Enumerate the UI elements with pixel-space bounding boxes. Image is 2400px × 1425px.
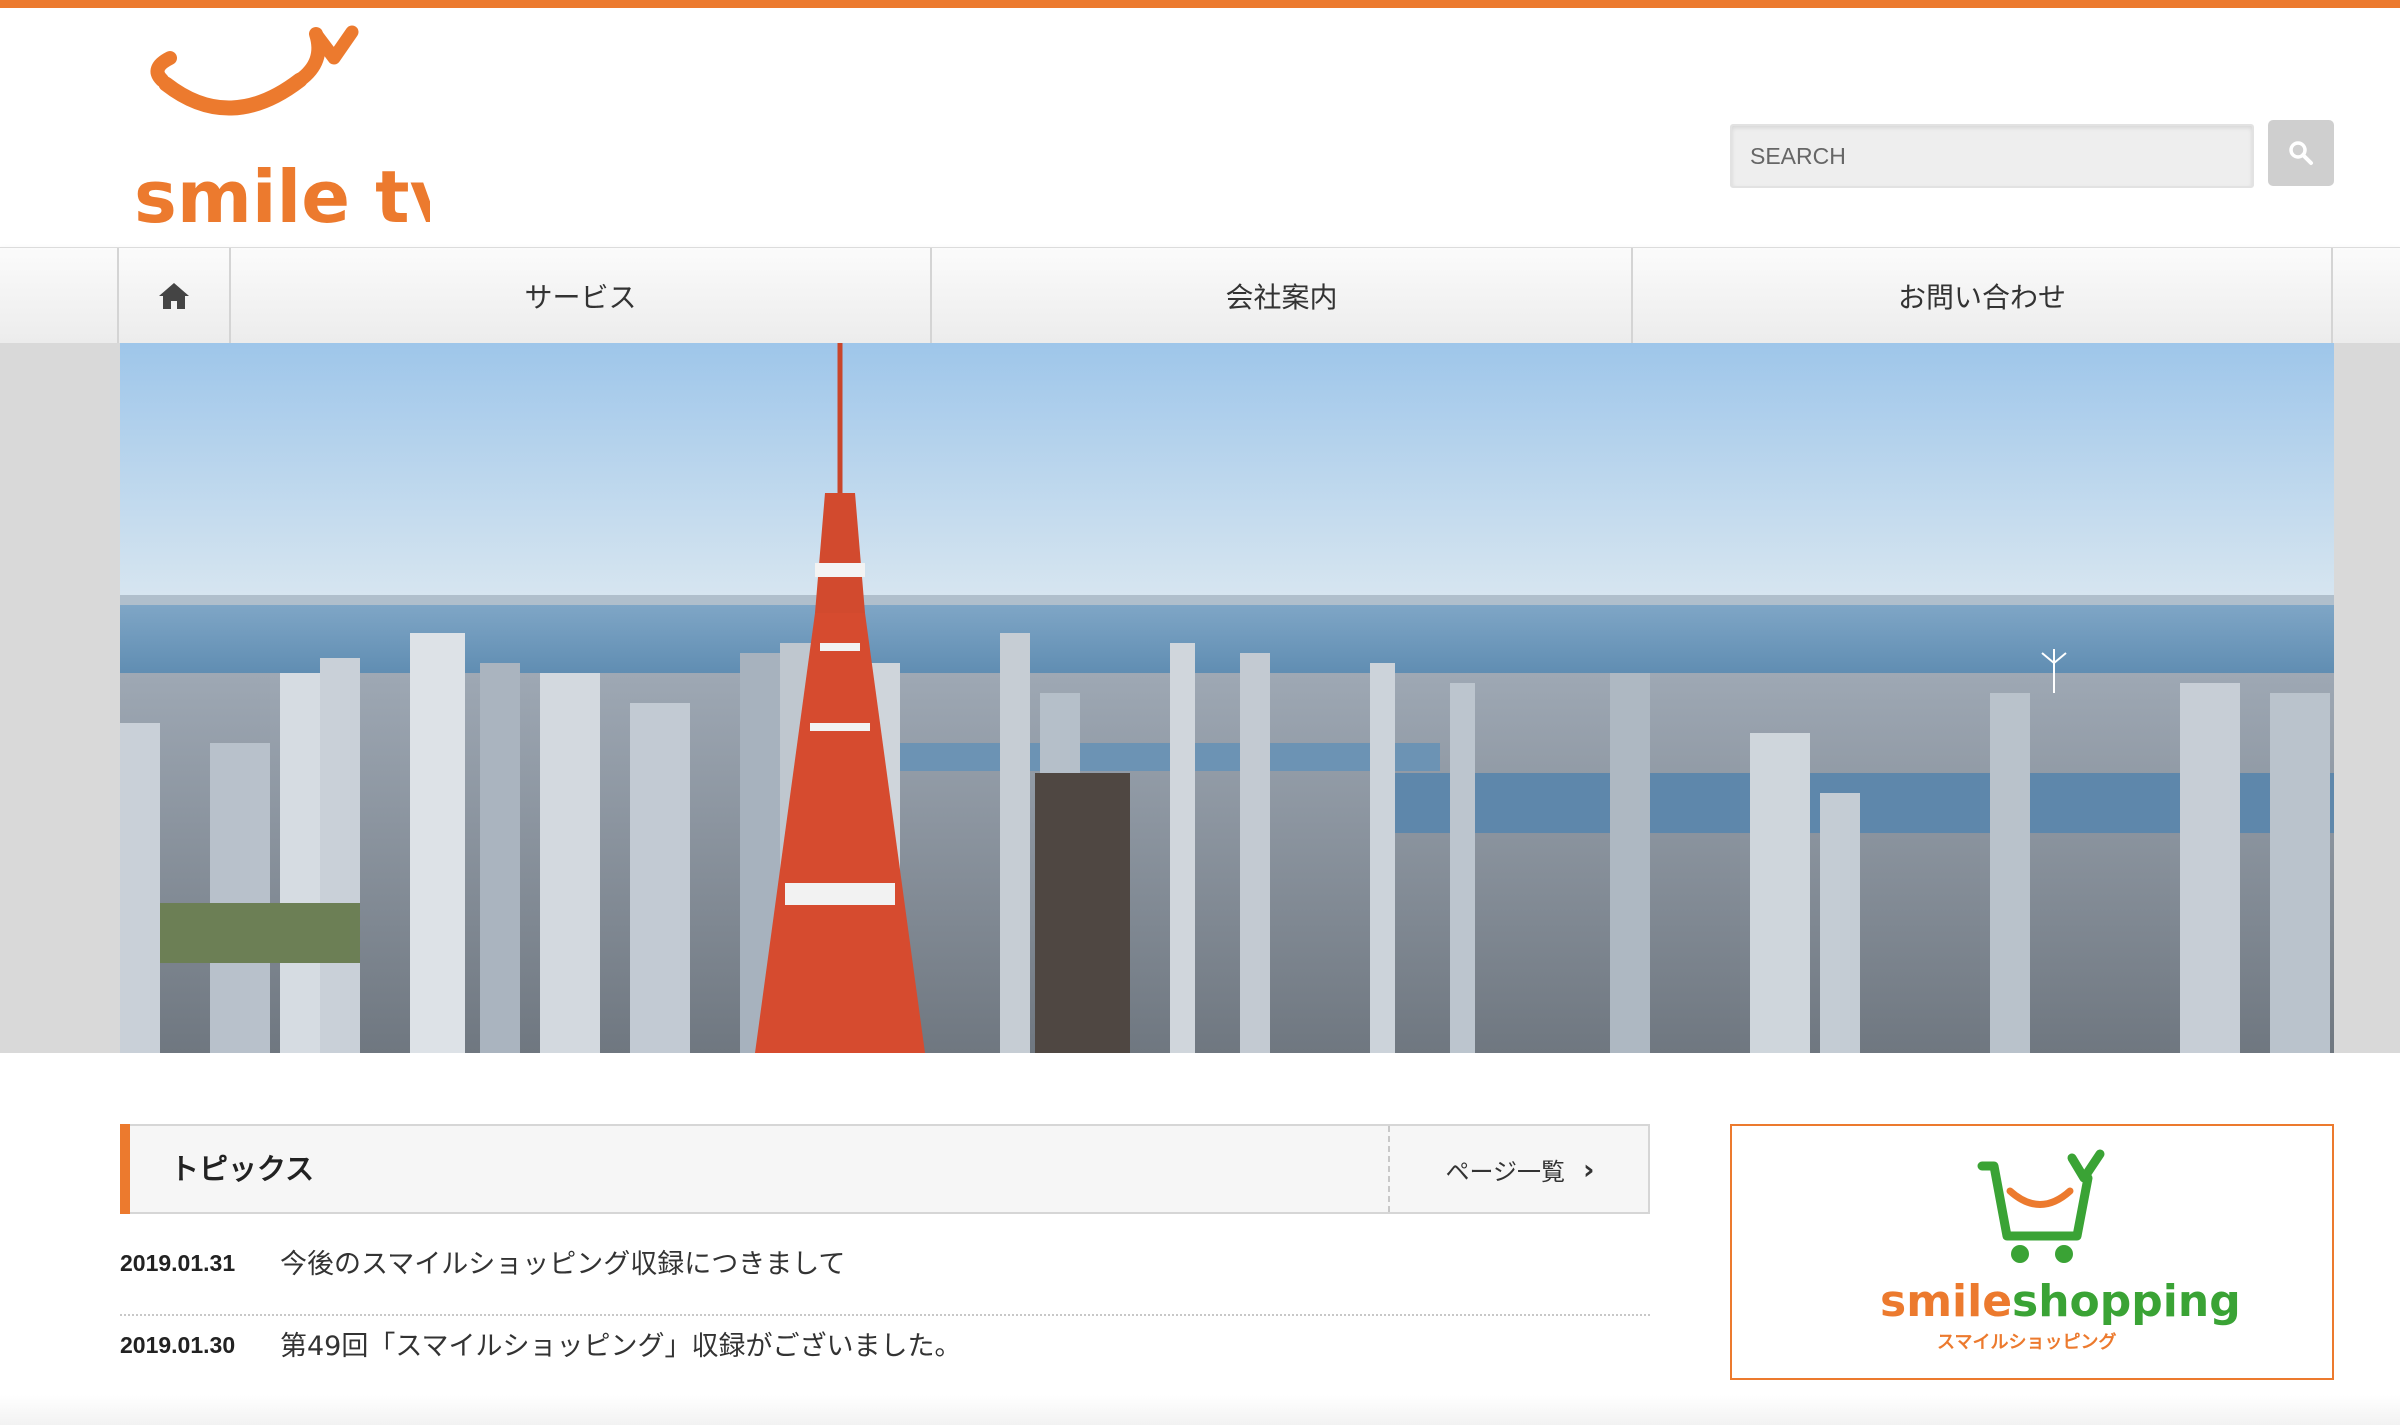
home-icon <box>159 282 189 309</box>
topics-list-link[interactable]: ページ一覧 › <box>1388 1126 1650 1212</box>
site-logo[interactable]: smile tv <box>130 24 457 239</box>
top-accent-bar <box>0 0 2400 8</box>
nav-item-services[interactable]: サービス <box>229 248 930 343</box>
logo-wordmark: smile tv <box>134 155 430 236</box>
smile-tv-logo-icon: smile tv <box>134 25 457 239</box>
main-nav: サービス 会社案内 お問い合わせ <box>0 247 2400 344</box>
banner-subtitle: スマイルショッピング <box>1937 1331 2116 1353</box>
hero-image <box>120 343 2334 1053</box>
topics-accent-bar <box>120 1124 130 1214</box>
search-icon <box>2289 141 2313 165</box>
news-date: 2019.01.31 <box>120 1250 236 1276</box>
news-title-link[interactable]: 今後のスマイルショッピング収録につきまして <box>280 1242 845 1281</box>
news-date: 2019.01.30 <box>120 1332 236 1358</box>
news-item[interactable]: 2019.01.30 第49回「スマイルショッピング」収録がございました。 <box>120 1316 1650 1398</box>
topics-list-label: ページ一覧 <box>1445 1157 1565 1186</box>
news-item[interactable]: 2019.01.31 今後のスマイルショッピング収録につきまして <box>120 1234 1650 1316</box>
topics-title: トピックス <box>170 1152 315 1186</box>
svg-text:smileshopping: smileshopping <box>1880 1276 2241 1327</box>
page-bottom-shade <box>0 1395 2400 1425</box>
search-input[interactable] <box>1730 124 2254 188</box>
nav-item-company[interactable]: 会社案内 <box>930 248 1631 343</box>
tokyo-skyline-image <box>120 343 2334 1053</box>
news-title-link[interactable]: 第49回「スマイルショッピング」収録がございました。 <box>280 1324 962 1363</box>
search-button[interactable] <box>2268 120 2334 186</box>
smile-shopping-banner[interactable]: smileshopping スマイルショッピング <box>1730 1124 2334 1380</box>
nav-home[interactable] <box>117 248 229 343</box>
nav-item-contact[interactable]: お問い合わせ <box>1631 248 2333 343</box>
topics-header: トピックス ページ一覧 › <box>120 1124 1650 1214</box>
chevron-right-icon: › <box>1582 1152 1595 1186</box>
smile-shopping-logo-icon: smileshopping スマイルショッピング <box>1880 1149 2241 1353</box>
